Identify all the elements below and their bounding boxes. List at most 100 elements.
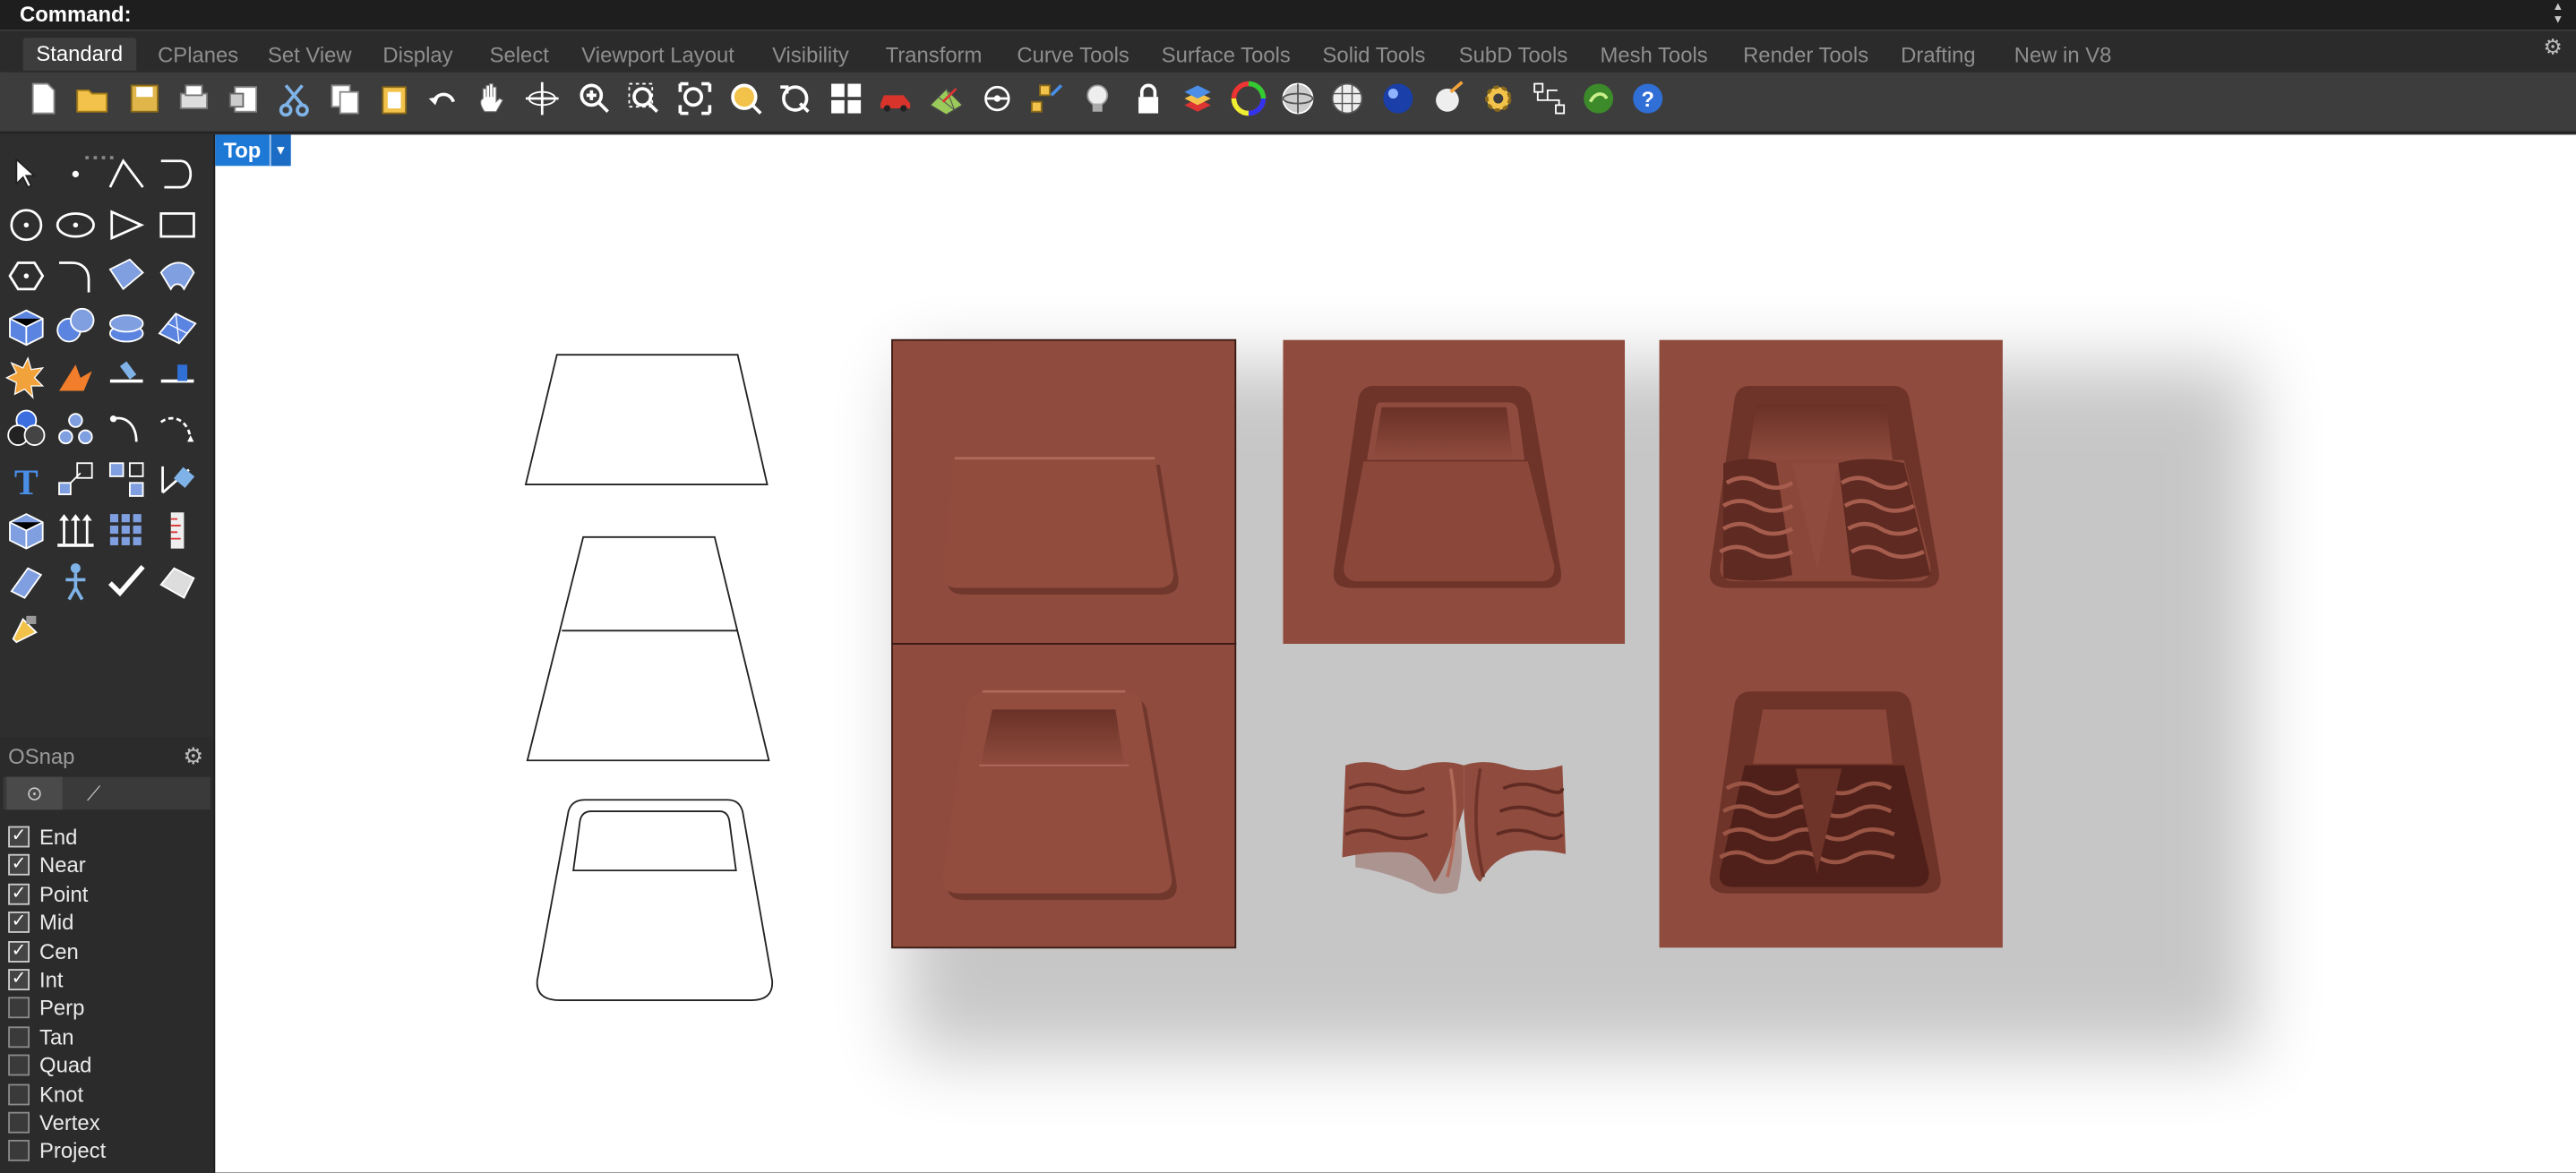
cplane-icon[interactable] [977, 79, 1017, 118]
osnap-item-mid[interactable]: ✓ Mid [8, 909, 205, 937]
tab-solid-tools[interactable]: Solid Tools [1323, 39, 1426, 73]
osnap-item-knot[interactable]: Knot [8, 1080, 205, 1108]
osnap-checkbox[interactable] [8, 1026, 30, 1048]
zoom-selected-icon[interactable] [726, 79, 766, 118]
copy-icon[interactable] [325, 79, 365, 118]
fillet-curve-icon[interactable] [53, 253, 99, 298]
osnap-checkbox[interactable]: ✓ [8, 912, 30, 934]
polyline-icon[interactable] [104, 151, 150, 197]
paste-icon[interactable] [374, 79, 414, 118]
render-sphere-icon[interactable] [1378, 79, 1418, 118]
help-icon[interactable]: ? [1628, 79, 1668, 118]
tab-cplanes[interactable]: CPlanes [158, 39, 238, 73]
history-icon[interactable] [1530, 79, 1569, 118]
gumball-icon[interactable] [1026, 79, 1066, 118]
viewport-scene[interactable] [215, 134, 2576, 1172]
open-icon[interactable] [73, 79, 112, 118]
mesh-sphere-icon[interactable] [1327, 79, 1367, 118]
block-raised-bag[interactable] [891, 643, 1237, 949]
tab-new-in-v8[interactable]: New in V8 [2014, 39, 2112, 73]
osnap-settings-icon[interactable]: ⚙ [183, 742, 203, 770]
osnap-item-tan[interactable]: Tan [8, 1023, 205, 1050]
circle-icon[interactable] [4, 202, 49, 248]
zoom-dynamic-icon[interactable] [575, 79, 614, 118]
top-viewport[interactable]: Top ▼ [215, 134, 2576, 1173]
point-icon[interactable] [53, 151, 99, 197]
tab-surface-tools[interactable]: Surface Tools [1162, 39, 1291, 73]
block-raised-trapezoid[interactable] [891, 338, 1237, 645]
car-icon[interactable] [876, 79, 915, 118]
osnap-item-near[interactable]: ✓ Near [8, 852, 205, 879]
array-grid-icon[interactable] [104, 508, 150, 553]
osnap-checkbox[interactable] [8, 1083, 30, 1105]
osnap-checkbox[interactable] [8, 997, 30, 1019]
viewport-title[interactable]: Top [215, 138, 269, 163]
extrude-arrows-icon[interactable] [53, 508, 99, 553]
trim-icon[interactable] [104, 355, 150, 400]
block-bag-recess[interactable] [1283, 339, 1626, 645]
tab-transform[interactable]: Transform [886, 39, 983, 73]
osnap-checkbox[interactable]: ✓ [8, 940, 30, 963]
tab-standard[interactable]: Standard [22, 38, 136, 71]
polygon-icon[interactable] [4, 253, 49, 298]
text-icon[interactable]: T [4, 457, 49, 502]
new-icon[interactable] [23, 79, 63, 118]
print-icon[interactable] [174, 79, 213, 118]
block-bag-wave-inserts[interactable] [1659, 339, 2003, 645]
rotate-icon[interactable] [154, 406, 200, 451]
tab-render-tools[interactable]: Render Tools [1743, 39, 1868, 73]
osnap-item-point[interactable]: ✓ Point [8, 880, 205, 908]
osnap-item-project[interactable]: Project [8, 1137, 205, 1165]
curve-icon[interactable] [154, 151, 200, 197]
plane-surface-icon[interactable] [154, 304, 200, 349]
block-bag-wave-cavity[interactable] [1659, 644, 2003, 948]
osnap-item-end[interactable]: ✓ End [8, 823, 205, 851]
tab-mesh-tools[interactable]: Mesh Tools [1601, 39, 1708, 73]
osnap-checkbox[interactable]: ✓ [8, 854, 30, 877]
check-icon[interactable] [104, 559, 150, 604]
tab-subd-tools[interactable]: SubD Tools [1459, 39, 1568, 73]
zoom-extents-icon[interactable] [675, 79, 715, 118]
cylinder-icon[interactable] [104, 304, 150, 349]
tab-display[interactable]: Display [382, 39, 452, 73]
surface-points-icon[interactable] [104, 253, 150, 298]
four-viewports-icon[interactable] [827, 79, 866, 118]
toolbar-gear-icon[interactable]: ⚙ [2543, 35, 2566, 59]
left-toolbar-grip[interactable] [85, 138, 118, 159]
split-icon[interactable] [154, 355, 200, 400]
viewport-tab[interactable]: Top ▼ [215, 134, 291, 167]
osnap-checkbox[interactable] [8, 1140, 30, 1162]
box-icon[interactable] [4, 304, 49, 349]
select-arrow-icon[interactable] [4, 151, 49, 197]
grid-icon[interactable] [926, 79, 966, 118]
person-icon[interactable] [53, 559, 99, 604]
viewport-menu-arrow-icon[interactable]: ▼ [269, 134, 291, 167]
arc-icon[interactable] [104, 202, 150, 248]
rectangle-icon[interactable] [154, 202, 200, 248]
offset-icon[interactable] [104, 406, 150, 451]
ellipse-icon[interactable] [53, 202, 99, 248]
boolean-icon[interactable] [53, 355, 99, 400]
tab-viewport-layout[interactable]: Viewport Layout [581, 39, 734, 73]
osnap-tab-snaps-icon[interactable]: ⊙ [6, 776, 63, 810]
osnap-checkbox[interactable] [8, 1111, 30, 1134]
paint-icon[interactable] [4, 609, 49, 655]
color-circles-icon[interactable] [4, 406, 49, 451]
pan-icon[interactable] [473, 79, 512, 118]
import-icon[interactable] [225, 79, 264, 118]
osnap-item-cen[interactable]: ✓ Cen [8, 938, 205, 965]
save-icon[interactable] [125, 79, 164, 118]
undo-view-icon[interactable] [776, 79, 815, 118]
layers-icon[interactable] [1178, 79, 1217, 118]
zoom-window-icon[interactable] [624, 79, 664, 118]
tab-drafting[interactable]: Drafting [1901, 39, 1976, 73]
command-scroll-icon[interactable]: ▲ ▼ [2550, 2, 2566, 28]
tab-visibility[interactable]: Visibility [772, 39, 849, 73]
solid-box-icon[interactable] [4, 508, 49, 553]
light-icon[interactable] [1078, 79, 1117, 118]
shaded-sphere-icon[interactable] [1278, 79, 1318, 118]
osnap-checkbox[interactable]: ✓ [8, 826, 30, 848]
grasshopper-icon[interactable] [1579, 79, 1619, 118]
tab-set-view[interactable]: Set View [268, 39, 352, 73]
osnap-checkbox[interactable]: ✓ [8, 969, 30, 991]
